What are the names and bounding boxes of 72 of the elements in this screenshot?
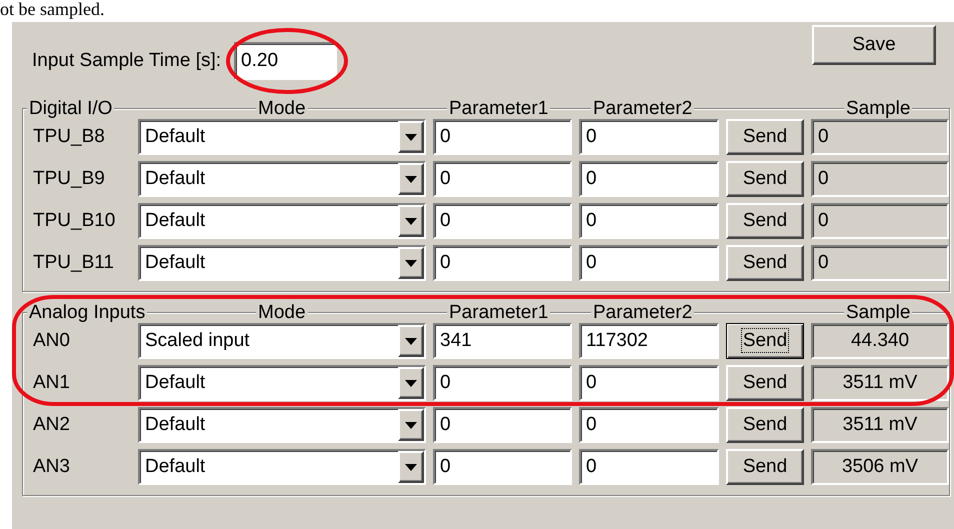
mode-dropdown[interactable]: Scaled input bbox=[138, 323, 426, 359]
parameter-field[interactable]: 117302 bbox=[579, 323, 719, 359]
parameter-field[interactable]: 0 bbox=[579, 449, 719, 485]
mode-dropdown[interactable]: Default bbox=[138, 245, 426, 281]
parameter-field[interactable]: 0 bbox=[433, 365, 572, 401]
dropdown-button[interactable] bbox=[398, 205, 424, 237]
send-button[interactable]: Send bbox=[726, 161, 804, 197]
row-label: TPU_B9 bbox=[33, 168, 106, 190]
row-label: AN2 bbox=[33, 414, 71, 436]
dropdown-button[interactable] bbox=[398, 325, 424, 357]
parameter-field[interactable]: 0 bbox=[579, 203, 719, 239]
parameter-field[interactable]: 0 bbox=[433, 119, 572, 155]
column-header: Sample bbox=[844, 98, 912, 120]
parameter-field[interactable]: 0 bbox=[433, 245, 572, 281]
mode-dropdown[interactable]: Default bbox=[138, 449, 426, 485]
sample-field: 3511 mV bbox=[811, 407, 949, 443]
caret-icon bbox=[405, 464, 417, 470]
sample-field: 3506 mV bbox=[811, 449, 949, 485]
dropdown-button[interactable] bbox=[398, 163, 424, 195]
caret-icon bbox=[405, 260, 417, 266]
column-header: Sample bbox=[844, 302, 912, 324]
group-title: Analog Inputs bbox=[27, 302, 148, 324]
caret-icon bbox=[405, 380, 417, 386]
parameter-field[interactable]: 0 bbox=[433, 203, 572, 239]
dropdown-button[interactable] bbox=[398, 451, 424, 483]
document-text: ot be sampled. bbox=[0, 0, 104, 18]
sample-field: 0 bbox=[811, 245, 949, 281]
parameter-field[interactable]: 0 bbox=[433, 407, 572, 443]
mode-dropdown[interactable]: Default bbox=[138, 203, 426, 239]
sample-field: 0 bbox=[811, 119, 949, 155]
parameter-field[interactable]: 0 bbox=[579, 407, 719, 443]
row-label: TPU_B8 bbox=[33, 126, 106, 148]
send-button[interactable]: Send bbox=[726, 449, 804, 485]
caret-icon bbox=[405, 422, 417, 428]
field-label: Input Sample Time [s]: bbox=[32, 50, 222, 72]
send-button[interactable]: Send bbox=[726, 365, 804, 401]
row-label: AN1 bbox=[33, 372, 71, 394]
row-label: AN3 bbox=[33, 456, 71, 478]
caret-icon bbox=[405, 218, 417, 224]
save-button[interactable]: Save bbox=[812, 25, 936, 65]
group-title: Digital I/O bbox=[27, 98, 114, 120]
mode-dropdown[interactable]: Default bbox=[138, 365, 426, 401]
sample-time-field[interactable]: 0.20 bbox=[234, 42, 338, 80]
send-button[interactable]: Send bbox=[726, 245, 804, 281]
sample-field: 0 bbox=[811, 161, 949, 197]
mode-dropdown[interactable]: Default bbox=[138, 161, 426, 197]
mode-dropdown[interactable]: Default bbox=[138, 407, 426, 443]
dropdown-button[interactable] bbox=[398, 409, 424, 441]
sample-field: 0 bbox=[811, 203, 949, 239]
caret-icon bbox=[405, 134, 417, 140]
send-button[interactable]: Send bbox=[726, 119, 804, 155]
row-label: TPU_B11 bbox=[33, 252, 115, 274]
parameter-field[interactable]: 0 bbox=[433, 449, 572, 485]
dropdown-button[interactable] bbox=[398, 121, 424, 153]
dropdown-button[interactable] bbox=[398, 367, 424, 399]
send-button[interactable]: Send bbox=[726, 407, 804, 443]
sample-field: 3511 mV bbox=[811, 365, 949, 401]
parameter-field[interactable]: 341 bbox=[433, 323, 572, 359]
parameter-field[interactable]: 0 bbox=[579, 161, 719, 197]
caret-icon bbox=[405, 338, 417, 344]
mode-dropdown[interactable]: Default bbox=[138, 119, 426, 155]
parameter-field[interactable]: 0 bbox=[433, 161, 572, 197]
dropdown-button[interactable] bbox=[398, 247, 424, 279]
row-label: TPU_B10 bbox=[33, 210, 116, 232]
sample-field: 44.340 bbox=[811, 323, 949, 359]
parameter-field[interactable]: 0 bbox=[579, 119, 719, 155]
send-button[interactable]: Send bbox=[726, 203, 804, 239]
parameter-field[interactable]: 0 bbox=[579, 245, 719, 281]
row-label: AN0 bbox=[33, 330, 71, 352]
parameter-field[interactable]: 0 bbox=[579, 365, 719, 401]
send-button[interactable]: Send bbox=[726, 323, 804, 359]
caret-icon bbox=[405, 176, 417, 182]
